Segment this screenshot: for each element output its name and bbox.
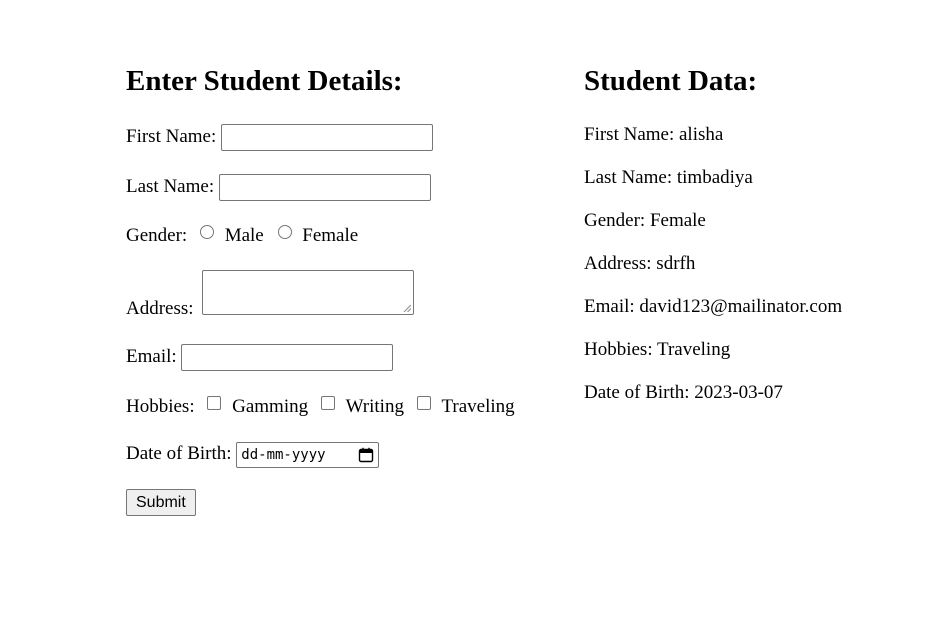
data-gender: Gender: Female — [584, 210, 706, 231]
page: Enter Student Details: First Name: Last … — [0, 0, 940, 626]
dob-placeholder: dd-mm-yyyy — [241, 447, 326, 463]
last-name-input[interactable] — [218, 174, 431, 201]
hobby-gamming-label: Gamming — [232, 396, 309, 417]
email-row: Email: — [126, 344, 394, 371]
hobby-writing-checkbox[interactable] — [320, 396, 335, 410]
hobby-traveling-checkbox[interactable] — [416, 396, 431, 410]
gender-label: Gender: — [126, 225, 188, 246]
hobby-gamming-checkbox[interactable] — [207, 396, 222, 410]
submit-button[interactable]: Submit — [126, 489, 196, 516]
first-name-input[interactable] — [221, 124, 433, 151]
data-hobbies: Hobbies: Traveling — [584, 339, 731, 360]
first-name-row: First Name: — [126, 124, 433, 151]
student-data-heading: Student Data: — [584, 65, 758, 97]
hobby-writing-label: Writing — [345, 396, 404, 417]
gender-female-radio[interactable] — [277, 225, 292, 239]
form-heading: Enter Student Details: — [126, 65, 403, 97]
calendar-icon[interactable] — [358, 447, 374, 463]
hobbies-row: Hobbies: Gamming Writing Traveling — [126, 396, 515, 418]
dob-label: Date of Birth: — [126, 443, 232, 465]
dob-row: Date of Birth: dd-mm-yyyy — [126, 442, 380, 468]
resize-grip-icon[interactable] — [403, 304, 411, 312]
gender-male-label: Male — [224, 225, 264, 246]
address-label: Address: — [126, 298, 194, 319]
data-dob: Date of Birth: 2023-03-07 — [584, 382, 783, 403]
data-address: Address: sdrfh — [584, 253, 696, 274]
data-email: Email: david123@mailinator.com — [584, 296, 843, 317]
first-name-label: First Name: — [126, 125, 217, 147]
last-name-label: Last Name: — [126, 175, 215, 197]
data-last-name: Last Name: timbadiya — [584, 167, 753, 188]
last-name-row: Last Name: — [126, 174, 431, 201]
email-input[interactable] — [181, 344, 394, 371]
gender-female-label: Female — [302, 225, 359, 246]
address-row: Address: — [126, 270, 426, 319]
data-first-name: First Name: alisha — [584, 124, 724, 145]
address-textarea[interactable] — [202, 270, 414, 315]
email-label: Email: — [126, 345, 177, 367]
gender-row: Gender: Male Female — [126, 225, 358, 247]
hobby-traveling-label: Traveling — [441, 396, 515, 417]
gender-male-radio[interactable] — [199, 225, 214, 239]
hobbies-label: Hobbies: — [126, 396, 195, 417]
dob-input[interactable]: dd-mm-yyyy — [236, 442, 380, 468]
